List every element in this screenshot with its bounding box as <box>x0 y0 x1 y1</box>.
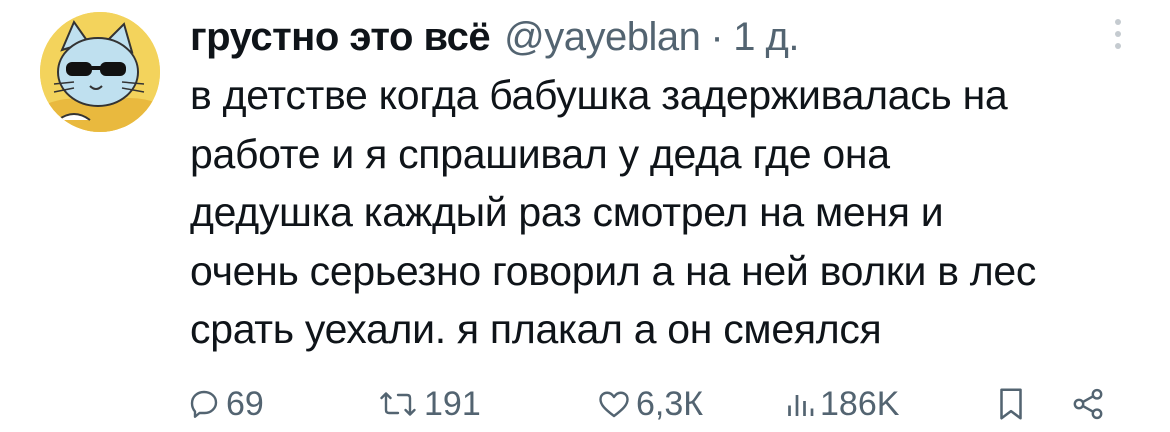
views-button[interactable]: 186K <box>784 382 899 426</box>
views-count: 186K <box>820 384 900 423</box>
display-name[interactable]: грустно это всё <box>190 15 491 60</box>
bookmark-icon <box>1000 388 1022 420</box>
retweet-icon <box>380 392 416 416</box>
reply-icon <box>190 390 218 418</box>
reply-count: 69 <box>226 384 264 423</box>
tweet-text-line: очень серьезно говорил а на ней волки в … <box>190 247 1037 294</box>
tweet-text: в детстве когда бабушка задерживалась на… <box>190 66 1150 359</box>
like-count: 6,3К <box>636 384 704 423</box>
views-icon <box>788 395 814 416</box>
tweet-header: грустно это всё @yayeblan · 1 д. <box>190 12 1110 62</box>
share-icon <box>1073 388 1103 420</box>
heart-icon <box>599 391 629 418</box>
bookmark-button[interactable] <box>994 382 1028 426</box>
timestamp[interactable]: 1 д. <box>733 15 799 60</box>
like-button[interactable]: 6,3К <box>596 382 703 426</box>
tweet-text-line: срать уехали. я плакал а он смеялся <box>190 306 882 352</box>
tweet-text-line: в детстве когда бабушка задерживалась на <box>190 72 1008 118</box>
tweet-text-line: дедушка каждый раз смотрел на меня и <box>190 189 944 235</box>
retweet-button[interactable]: 191 <box>376 382 481 426</box>
tweet-text-line: работе и я спрашивал у деда где она <box>190 130 890 177</box>
tweet-actions: 69 191 6,3К 186K <box>186 382 1116 426</box>
share-button[interactable] <box>1070 382 1106 426</box>
user-handle[interactable]: @yayeblan <box>504 15 701 60</box>
avatar[interactable] <box>40 12 160 132</box>
reply-button[interactable]: 69 <box>186 382 264 426</box>
cat-avatar-image <box>40 12 160 132</box>
more-vertical-icon[interactable] <box>1106 16 1130 52</box>
retweet-count: 191 <box>424 384 481 423</box>
separator-dot: · <box>710 14 724 59</box>
